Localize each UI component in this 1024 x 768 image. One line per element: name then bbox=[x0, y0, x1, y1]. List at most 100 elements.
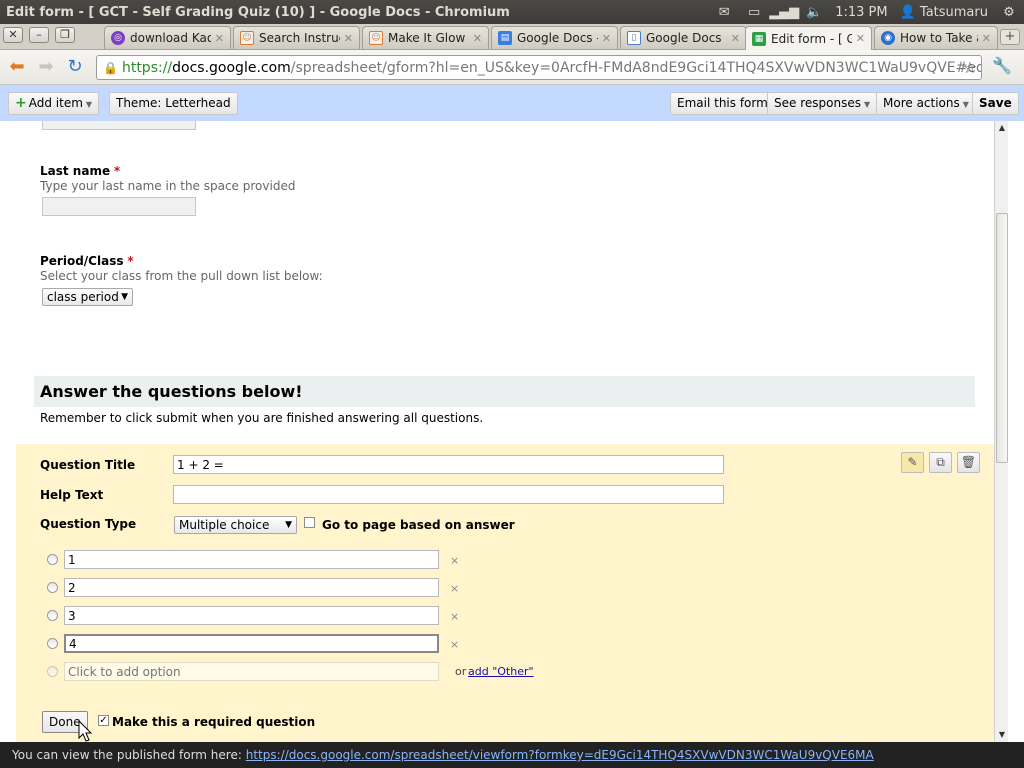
option-radio bbox=[47, 582, 58, 593]
add-option-input[interactable] bbox=[64, 662, 439, 681]
question-type-label: Question Type bbox=[40, 517, 137, 531]
required-question-checkbox[interactable]: ✓ bbox=[98, 715, 109, 726]
battery-icon[interactable]: ▭ bbox=[745, 5, 763, 20]
clock[interactable]: 1:13 PM bbox=[835, 5, 887, 20]
orange-robot-icon: ☺ bbox=[369, 31, 383, 45]
go-to-page-label: Go to page based on answer bbox=[322, 518, 515, 532]
last-name-input-preview bbox=[42, 197, 196, 216]
email-form-button[interactable]: Email this form bbox=[670, 92, 775, 115]
tab-strip: ✕ – ❐ ◎ download Kao ✕ ☺ Search Instruc … bbox=[0, 24, 1024, 50]
duplicate-icon[interactable]: ⧉ bbox=[929, 452, 952, 473]
tab-label: Search Instruc bbox=[259, 31, 340, 45]
tab-search-instruc[interactable]: ☺ Search Instruc ✕ bbox=[233, 26, 360, 49]
tab-label: Google Docs bbox=[646, 31, 722, 45]
reload-icon[interactable]: ↻ bbox=[64, 56, 86, 78]
window-minimize-button[interactable]: – bbox=[29, 27, 49, 43]
os-top-panel: Edit form - [ GCT - Self Grading Quiz (1… bbox=[0, 0, 1024, 24]
last-name-label: Last name * bbox=[40, 164, 120, 178]
orange-robot-icon: ☺ bbox=[240, 31, 254, 45]
form-editor-area: Last name * Type your last name in the s… bbox=[0, 121, 994, 742]
new-tab-button[interactable]: + bbox=[1000, 29, 1020, 45]
power-gear-icon[interactable]: ⚙ bbox=[1000, 5, 1018, 20]
question-type-select[interactable]: Multiple choice ▼ bbox=[174, 516, 297, 534]
save-button[interactable]: Save bbox=[972, 92, 1019, 115]
remove-option-icon[interactable]: × bbox=[450, 582, 459, 595]
option-input-1[interactable] bbox=[64, 550, 439, 569]
tab-edit-form[interactable]: ▦ Edit form - [ G ✕ bbox=[745, 26, 872, 50]
question-title-label: Question Title bbox=[40, 458, 136, 472]
required-asterisk: * bbox=[127, 254, 134, 268]
help-text-input[interactable] bbox=[173, 485, 724, 504]
remove-option-icon[interactable]: × bbox=[450, 610, 459, 623]
remove-option-icon[interactable]: × bbox=[450, 638, 459, 651]
add-item-button[interactable]: + Add item ▼ bbox=[8, 92, 100, 115]
user-name: Tatsumaru bbox=[919, 4, 988, 20]
go-to-page-checkbox[interactable] bbox=[304, 517, 315, 528]
option-input-3[interactable] bbox=[64, 606, 439, 625]
published-form-bar: You can view the published form here: ht… bbox=[0, 742, 1024, 768]
section-description: Remember to click submit when you are fi… bbox=[40, 411, 484, 425]
blue-globe-icon: ◉ bbox=[881, 31, 895, 45]
bookmark-star-icon[interactable]: ☆ bbox=[963, 58, 977, 77]
url-scheme: https:// bbox=[121, 59, 173, 76]
form-body: Last name * Type your last name in the s… bbox=[16, 121, 994, 742]
form-toolbar: + Add item ▼ Theme: Letterhead Email this … bbox=[0, 85, 1024, 121]
period-class-select-preview: class period ▼ bbox=[42, 288, 133, 306]
tab-close-icon[interactable]: ✕ bbox=[344, 32, 353, 45]
scroll-thumb[interactable] bbox=[996, 213, 1008, 463]
user-icon: 👤 bbox=[899, 4, 916, 20]
tab-close-icon[interactable]: ✕ bbox=[982, 32, 991, 45]
address-bar[interactable]: 🔒 https://docs.google.com/spreadsheet/gf… bbox=[96, 55, 982, 80]
window-close-button[interactable]: ✕ bbox=[3, 27, 23, 43]
tab-how-to-take[interactable]: ◉ How to Take a ✕ bbox=[874, 26, 998, 49]
remove-option-icon[interactable]: × bbox=[450, 554, 459, 567]
tab-download-kao[interactable]: ◎ download Kao ✕ bbox=[104, 26, 231, 49]
tab-close-icon[interactable]: ✕ bbox=[856, 32, 865, 45]
option-input-4[interactable] bbox=[64, 634, 439, 653]
scroll-up-arrow-icon[interactable]: ▲ bbox=[995, 121, 1009, 135]
period-class-title: Period/Class bbox=[40, 254, 124, 268]
wrench-menu-icon[interactable]: 🔧 bbox=[992, 56, 1012, 75]
vertical-scrollbar[interactable]: ▲ ▼ bbox=[994, 121, 1008, 742]
mail-icon[interactable]: ✉ bbox=[715, 5, 733, 20]
network-icon[interactable]: ▂▄▆ bbox=[769, 5, 799, 20]
user-menu[interactable]: 👤 Tatsumaru bbox=[900, 5, 988, 20]
tab-close-icon[interactable]: ✕ bbox=[602, 32, 611, 45]
window-restore-button[interactable]: ❐ bbox=[55, 27, 75, 43]
chevron-down-icon: ▼ bbox=[962, 100, 969, 109]
question-title-input[interactable] bbox=[173, 455, 724, 474]
see-responses-button[interactable]: See responses ▼ bbox=[767, 92, 878, 115]
tab-close-icon[interactable]: ✕ bbox=[473, 32, 482, 45]
period-class-label: Period/Class * bbox=[40, 254, 134, 268]
question-type-value: Multiple choice bbox=[179, 518, 270, 532]
back-arrow-icon[interactable]: ⬅ bbox=[6, 56, 28, 78]
trash-icon[interactable]: 🗑 bbox=[957, 452, 980, 473]
tab-label: How to Take a bbox=[900, 31, 978, 45]
edit-pencil-icon[interactable]: ✎ bbox=[901, 452, 924, 473]
doc-page-icon: ▯ bbox=[627, 31, 641, 45]
green-sheet-icon: ▦ bbox=[752, 31, 766, 46]
option-radio bbox=[47, 610, 58, 621]
theme-button[interactable]: Theme: Letterhead bbox=[109, 92, 238, 115]
volume-icon[interactable]: 🔈 bbox=[805, 5, 823, 20]
scroll-down-arrow-icon[interactable]: ▼ bbox=[995, 728, 1009, 742]
published-form-link[interactable]: https://docs.google.com/spreadsheet/view… bbox=[246, 748, 874, 762]
tab-make-it-glow[interactable]: ☺ Make It Glow ✕ bbox=[362, 26, 489, 49]
help-text-label: Help Text bbox=[40, 488, 104, 502]
more-actions-button[interactable]: More actions ▼ bbox=[876, 92, 976, 115]
period-class-help: Select your class from the pull down lis… bbox=[40, 269, 323, 283]
url-path: /spreadsheet/gform?hl=en_US&key=0ArcfH-F… bbox=[290, 59, 982, 76]
url-host: docs.google.com bbox=[172, 59, 291, 76]
tab-close-icon[interactable]: ✕ bbox=[215, 32, 224, 45]
dropdown-arrow-icon: ▼ bbox=[285, 520, 292, 530]
tab-close-icon[interactable]: ✕ bbox=[731, 32, 740, 45]
option-input-2[interactable] bbox=[64, 578, 439, 597]
tab-google-docs-2[interactable]: ▯ Google Docs ✕ bbox=[620, 26, 747, 49]
required-question-label: Make this a required question bbox=[112, 715, 316, 729]
add-other-link[interactable]: add "Other" bbox=[468, 665, 534, 678]
section-header: Answer the questions below! bbox=[34, 376, 975, 407]
blue-doc-icon: ▤ bbox=[498, 31, 512, 45]
see-responses-label: See responses bbox=[774, 96, 861, 110]
forward-arrow-icon[interactable]: ➡ bbox=[35, 56, 57, 78]
tab-google-docs-1[interactable]: ▤ Google Docs - ✕ bbox=[491, 26, 618, 49]
